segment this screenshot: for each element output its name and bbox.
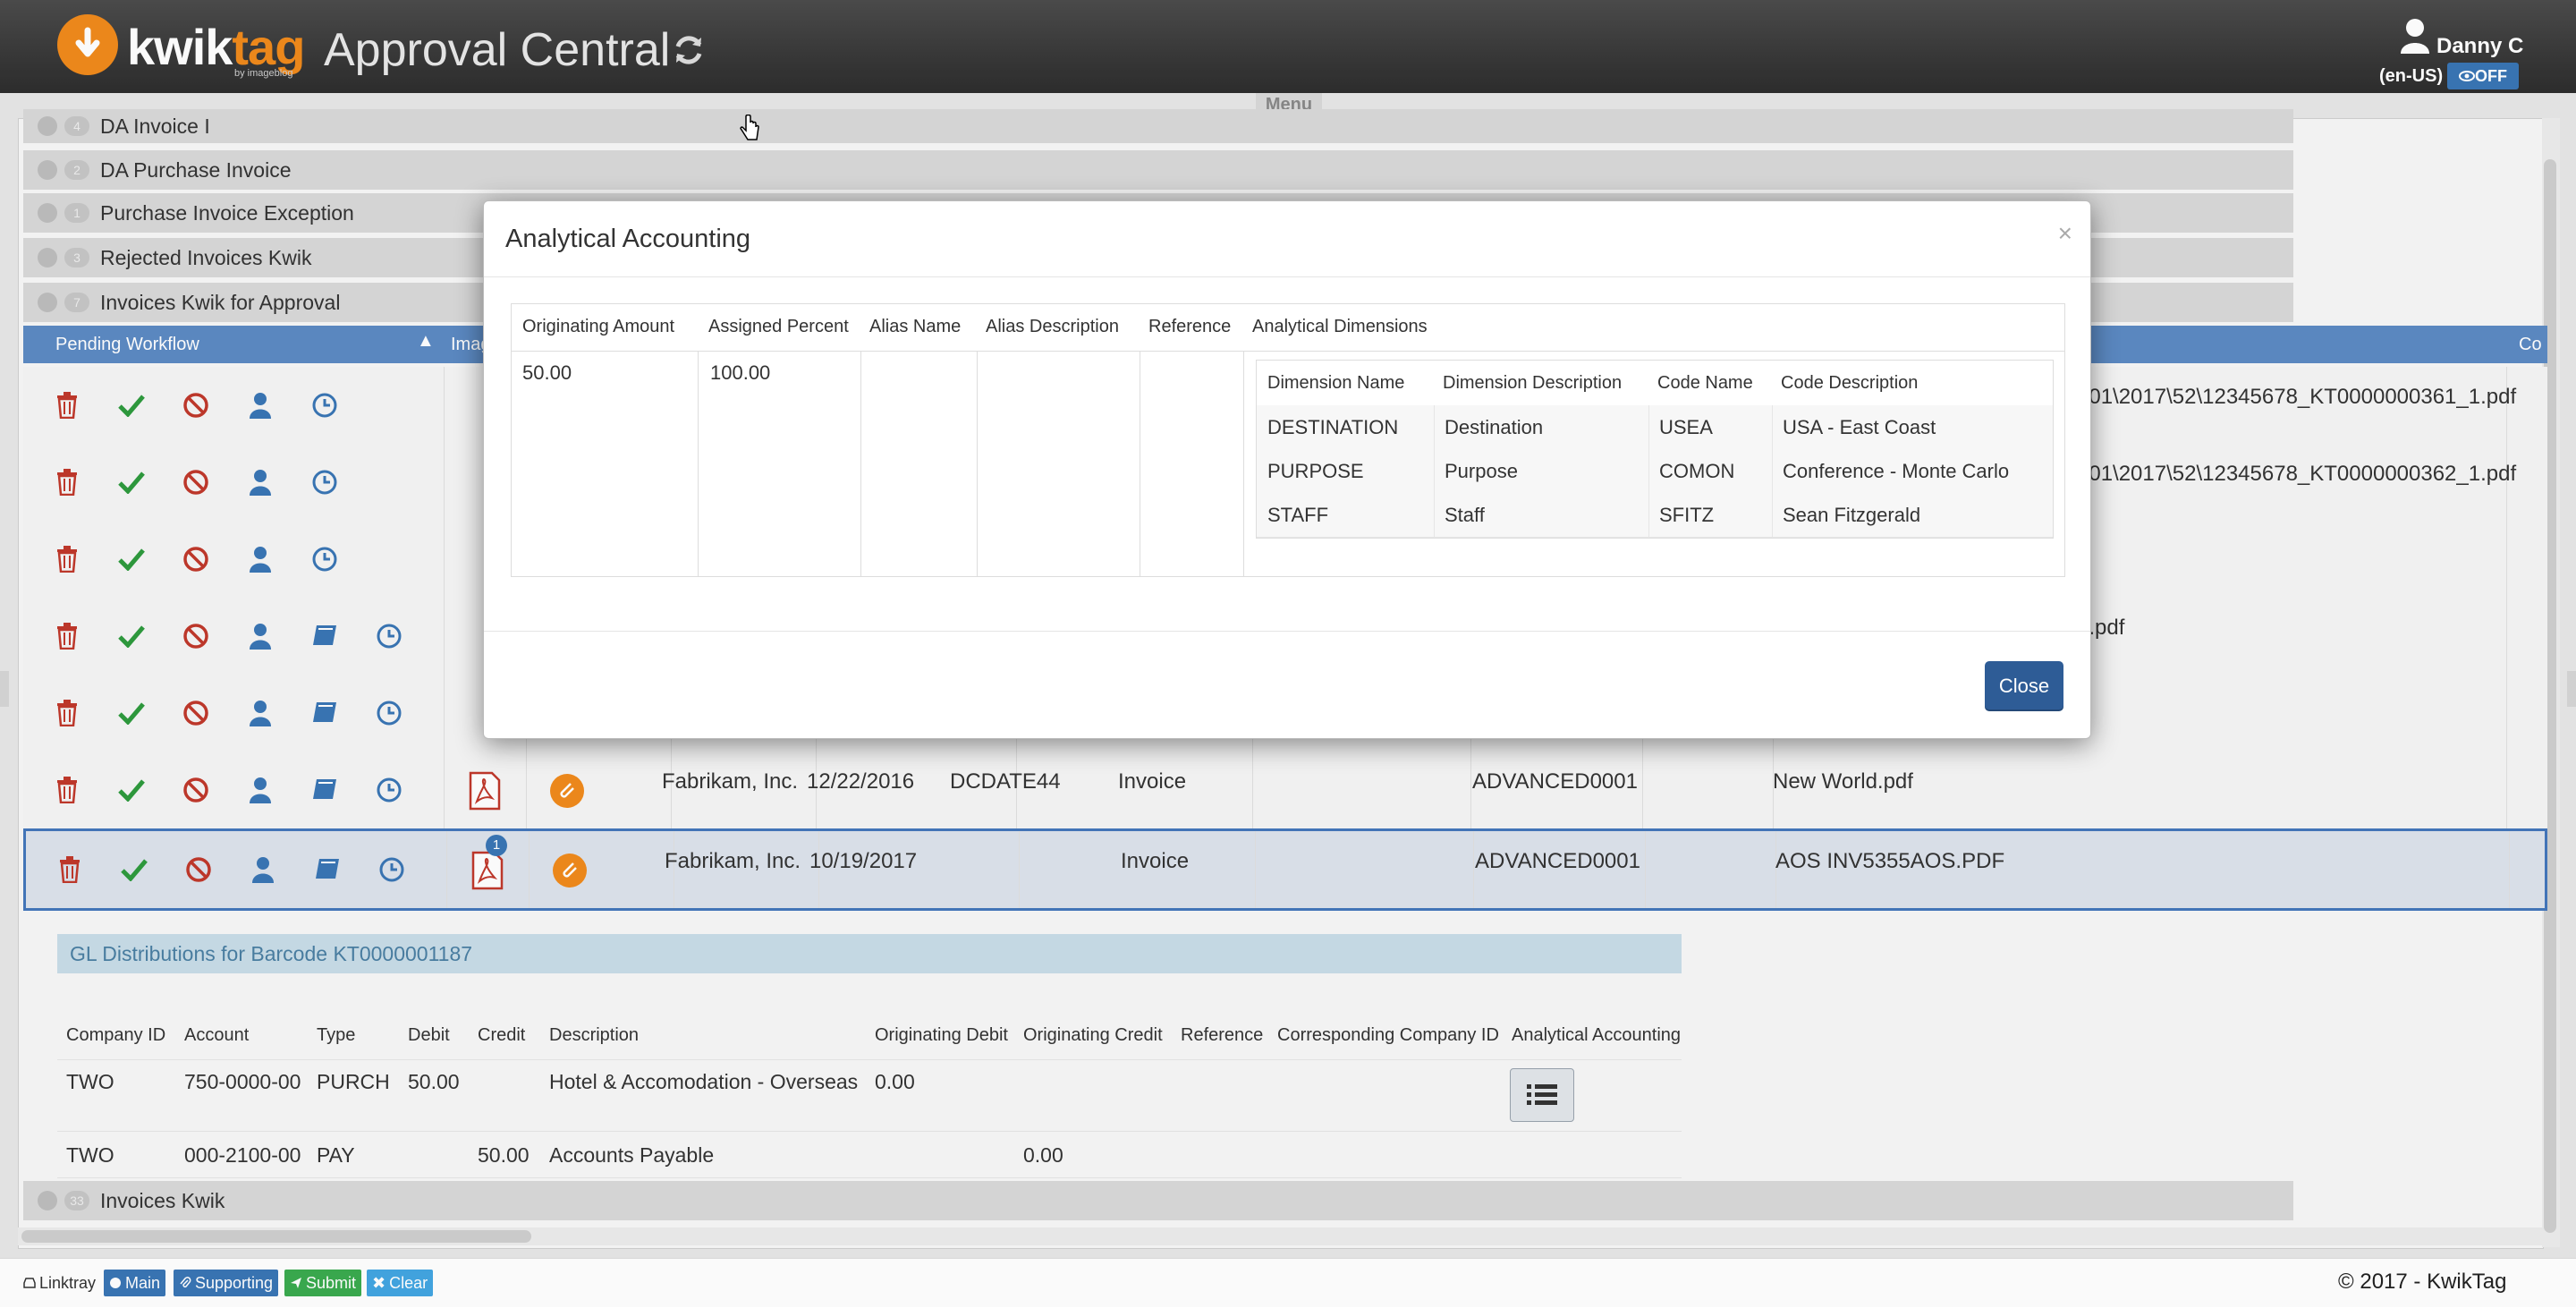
column-header: Dimension Name bbox=[1267, 373, 1405, 393]
analytical-accounting-modal: Analytical Accounting × Originating Amou… bbox=[483, 200, 2091, 739]
analytical-accounting-table: Originating Amount Assigned Percent Alia… bbox=[511, 303, 2065, 577]
dimensions-table: Dimension Name Dimension Description Cod… bbox=[1256, 360, 2054, 539]
column-header: Assigned Percent bbox=[708, 317, 849, 336]
close-button[interactable]: Close bbox=[1985, 661, 2063, 711]
column-header: Reference bbox=[1148, 317, 1232, 336]
column-header: Alias Name bbox=[869, 317, 962, 336]
dimension-row: PURPOSE Purpose COMON Conference - Monte… bbox=[1257, 449, 2053, 494]
dimension-row: DESTINATION Destination USEA USA - East … bbox=[1257, 405, 2053, 450]
column-header: Code Description bbox=[1781, 373, 1919, 393]
column-header: Dimension Description bbox=[1443, 373, 1623, 393]
modal-title: Analytical Accounting bbox=[505, 225, 751, 253]
hand-cursor-icon bbox=[740, 115, 759, 140]
column-header: Analytical Dimensions bbox=[1252, 317, 1428, 336]
column-header: Originating Amount bbox=[522, 317, 675, 336]
column-header: Alias Description bbox=[986, 317, 1119, 336]
close-icon[interactable]: × bbox=[2058, 219, 2072, 248]
dimension-row: STAFF Staff SFITZ Sean Fitzgerald bbox=[1257, 493, 2053, 538]
column-header: Code Name bbox=[1657, 373, 1753, 393]
originating-amount: 50.00 bbox=[522, 361, 572, 384]
assigned-percent: 100.00 bbox=[710, 361, 771, 384]
